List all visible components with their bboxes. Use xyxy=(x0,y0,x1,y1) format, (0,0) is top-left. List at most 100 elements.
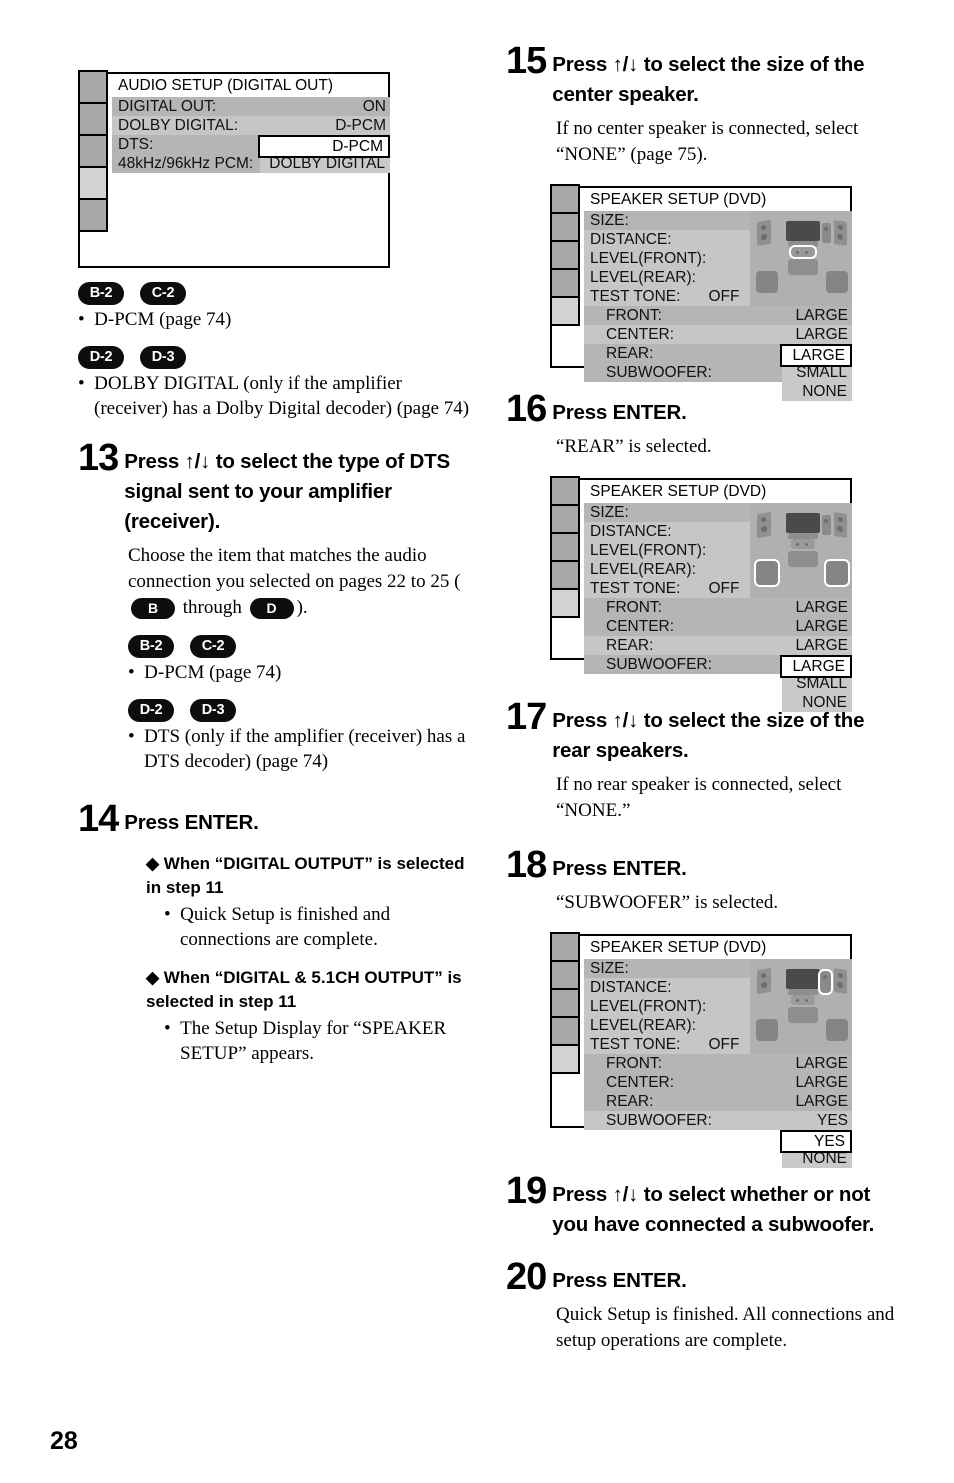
osd-tab-1[interactable] xyxy=(550,184,580,214)
row-value: ON xyxy=(362,98,386,115)
osd-tab-2[interactable] xyxy=(550,960,580,990)
osd-tab-2[interactable] xyxy=(78,102,108,136)
step-number: 15 xyxy=(506,40,547,82)
right-column: 15 Press ↑/↓ to select the size of the c… xyxy=(506,0,898,1354)
row-label: SIZE: xyxy=(590,960,629,977)
row-label: CENTER: xyxy=(606,1074,675,1091)
osd-tab-4[interactable] xyxy=(550,560,580,590)
row-value: OFF xyxy=(708,288,740,305)
row-value: LARGE xyxy=(795,1055,848,1072)
row-label: FRONT: xyxy=(606,599,662,616)
badge-b2: B-2 xyxy=(128,635,174,658)
row-value: LARGE xyxy=(795,1093,848,1110)
step-number: 18 xyxy=(506,844,547,886)
osd-row-front[interactable]: FRONT: LARGE xyxy=(584,598,852,617)
room-illustration xyxy=(750,959,852,1054)
osd-tab-4[interactable] xyxy=(78,166,108,200)
osd-row-subwoofer[interactable]: SUBWOOFER: YES xyxy=(584,1111,852,1130)
rear-left-speaker-icon xyxy=(756,1019,778,1041)
step-14-sub-list-2: The Setup Display for “SPEAKER SETUP” ap… xyxy=(164,1016,476,1066)
step-number: 20 xyxy=(506,1256,547,1298)
center-speaker-icon xyxy=(789,245,817,259)
dts-dropdown-selected[interactable]: D-PCM xyxy=(258,135,390,158)
list-item: D-PCM (page 74) xyxy=(128,660,476,685)
front-left-speaker-icon xyxy=(757,219,771,247)
list-item: The Setup Display for “SPEAKER SETUP” ap… xyxy=(164,1016,476,1066)
room-illustration xyxy=(750,211,852,306)
rear-right-speaker-icon xyxy=(826,271,848,293)
list-item: D-PCM (page 74) xyxy=(78,307,476,332)
rear-left-speaker-icon xyxy=(756,271,778,293)
size-dropdown-option-none[interactable]: NONE xyxy=(782,693,852,712)
row-value: LARGE xyxy=(795,326,848,343)
row-value: LARGE xyxy=(795,618,848,635)
osd-tab-4[interactable] xyxy=(550,268,580,298)
list-item: DTS (only if the amplifier (receiver) ha… xyxy=(128,724,476,774)
step-number: 14 xyxy=(78,798,119,840)
osd-row[interactable]: DIGITAL OUT: ON xyxy=(112,97,390,116)
osd-tab-5[interactable] xyxy=(550,1044,580,1074)
av-unit-icon xyxy=(788,551,818,567)
osd-row-center[interactable]: CENTER: LARGE xyxy=(584,1073,852,1092)
osd-tab-4[interactable] xyxy=(550,1016,580,1046)
speaker-setup-3-title: SPEAKER SETUP (DVD) xyxy=(590,939,767,956)
av-unit-icon xyxy=(788,259,818,275)
row-label: DISTANCE: xyxy=(590,979,672,996)
osd-row[interactable]: DOLBY DIGITAL: D-PCM xyxy=(112,116,390,135)
speaker-setup-1-tab-strip xyxy=(550,184,580,326)
step-number: 16 xyxy=(506,388,547,430)
osd-row-front[interactable]: FRONT: LARGE xyxy=(584,306,852,325)
row-label: LEVEL(REAR): xyxy=(590,269,696,286)
osd-row-center[interactable]: CENTER: LARGE xyxy=(584,617,852,636)
speaker-setup-screen-3: SPEAKER SETUP (DVD) SIZE: DISTANCE: LEVE… xyxy=(550,932,852,1168)
osd-tab-3[interactable] xyxy=(550,532,580,562)
manual-page: AUDIO SETUP (DIGITAL OUT) DIGITAL OUT: O… xyxy=(0,0,954,1483)
osd-row-front[interactable]: FRONT: LARGE xyxy=(584,1054,852,1073)
front-right-speaker-icon xyxy=(834,219,847,247)
osd-tab-1[interactable] xyxy=(78,70,108,104)
osd-tab-3[interactable] xyxy=(550,240,580,270)
osd-tab-5[interactable] xyxy=(550,588,580,618)
osd-tab-2[interactable] xyxy=(550,504,580,534)
osd-row-rear[interactable]: REAR: LARGE xyxy=(584,636,852,655)
row-value: D-PCM xyxy=(335,117,386,134)
connector-badges-d2-d3: D-2 D-3 xyxy=(78,346,476,369)
size-dropdown-selected[interactable]: LARGE xyxy=(780,344,852,367)
step-15-body: If no center speaker is connected, selec… xyxy=(556,118,859,165)
row-label: 48kHz/96kHz PCM: xyxy=(118,155,254,172)
step-number: 19 xyxy=(506,1170,547,1212)
step-13-body: Choose the item that matches the audio c… xyxy=(128,543,476,621)
badge-d3: D-3 xyxy=(140,346,186,369)
step-title: Press ↑/↓ to select the size of the cent… xyxy=(552,53,865,106)
osd-tab-2[interactable] xyxy=(550,212,580,242)
osd-tab-1[interactable] xyxy=(550,932,580,962)
step-19: 19 Press ↑/↓ to select whether or not yo… xyxy=(506,1172,898,1240)
audio-setup-screen: AUDIO SETUP (DIGITAL OUT) DIGITAL OUT: O… xyxy=(78,70,390,268)
size-dropdown-option-none[interactable]: NONE xyxy=(782,382,852,401)
row-label: CENTER: xyxy=(606,326,675,343)
step-14-subheading-2: ◆ When “DIGITAL & 5.1CH OUTPUT” is selec… xyxy=(146,968,462,1011)
front-right-inner-speaker-icon xyxy=(822,515,831,535)
step-15: 15 Press ↑/↓ to select the size of the c… xyxy=(506,42,898,110)
audio-setup-tab-strip xyxy=(78,70,108,232)
row-label: DISTANCE: xyxy=(590,231,672,248)
tv-icon xyxy=(786,221,820,241)
audio-setup-title: AUDIO SETUP (DIGITAL OUT) xyxy=(118,77,334,94)
step-title: Press ENTER. xyxy=(552,1269,687,1292)
badge-d: D xyxy=(249,598,294,620)
row-label: SIZE: xyxy=(590,212,629,229)
osd-tab-5[interactable] xyxy=(78,198,108,232)
rear-right-speaker-icon xyxy=(826,1019,848,1041)
left-column: AUDIO SETUP (DIGITAL OUT) DIGITAL OUT: O… xyxy=(78,0,476,1066)
osd-tab-3[interactable] xyxy=(550,988,580,1018)
row-value: LARGE xyxy=(795,599,848,616)
step-18: 18 Press ENTER. xyxy=(506,846,898,884)
size-dropdown-selected[interactable]: LARGE xyxy=(780,655,852,678)
osd-tab-1[interactable] xyxy=(550,476,580,506)
osd-row-rear[interactable]: REAR: LARGE xyxy=(584,1092,852,1111)
osd-tab-5[interactable] xyxy=(550,296,580,326)
osd-row-center[interactable]: CENTER: LARGE xyxy=(584,325,852,344)
front-right-inner-speaker-icon xyxy=(822,223,831,243)
subwoofer-dropdown-selected[interactable]: YES xyxy=(780,1130,852,1153)
osd-tab-3[interactable] xyxy=(78,134,108,168)
